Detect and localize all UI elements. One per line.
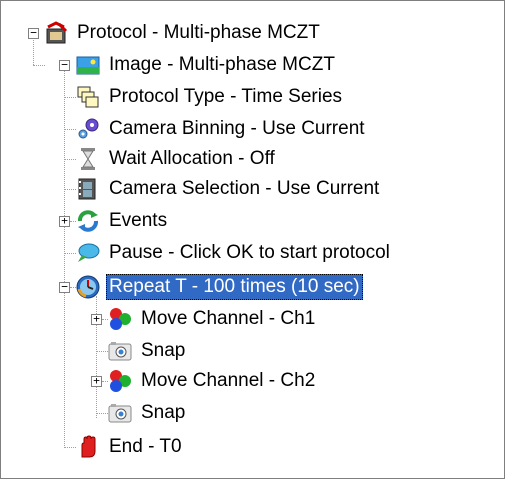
camera-snap-icon — [108, 401, 132, 425]
clock-icon — [76, 275, 100, 299]
gears-icon — [76, 117, 100, 141]
tree-node-camera-binning[interactable]: Camera Binning - Use Current — [76, 114, 368, 144]
protocol-run-icon — [44, 21, 68, 45]
tree-node-move-channel-ch1[interactable]: Move Channel - Ch1 — [108, 304, 318, 334]
hourglass-icon — [76, 147, 100, 171]
refresh-arrows-icon — [76, 209, 100, 233]
tree-node-label: Camera Binning - Use Current — [109, 118, 365, 139]
tree-line — [64, 447, 76, 449]
tree-node-label: End - T0 — [109, 436, 182, 457]
tree-line — [96, 413, 108, 415]
tree-node-end[interactable]: End - T0 — [76, 432, 185, 462]
rgb-channels-icon — [108, 369, 132, 393]
tree-node-label: Camera Selection - Use Current — [109, 178, 380, 199]
tree-node-protocol[interactable]: Protocol - Multi-phase MCZT — [44, 18, 323, 48]
tree-node-camera-selection[interactable]: Camera Selection - Use Current — [76, 174, 382, 204]
tree-line — [64, 159, 76, 161]
tree-line — [64, 97, 76, 99]
image-landscape-icon — [76, 53, 100, 77]
camera-snap-icon — [108, 339, 132, 363]
film-camera-icon — [76, 177, 100, 201]
tree-node-label: Move Channel - Ch1 — [141, 308, 316, 329]
tree-node-wait-allocation[interactable]: Wait Allocation - Off — [76, 144, 278, 174]
tree-node-label: Repeat T - 100 times (10 sec) — [106, 274, 363, 300]
tree-node-label: Pause - Click OK to start protocol — [109, 242, 390, 263]
tree-node-image[interactable]: Image - Multi-phase MCZT — [76, 50, 338, 80]
tree-node-label: Protocol - Multi-phase MCZT — [77, 22, 320, 43]
tree-node-label: Snap — [141, 340, 186, 361]
expand-toggle-move-ch2[interactable]: + — [91, 375, 102, 387]
tree-node-snap-2[interactable]: Snap — [108, 398, 188, 428]
protocol-tree: − − + − + + Protocol - Multi-phase MCZT … — [0, 0, 505, 479]
tree-node-label: Image - Multi-phase MCZT — [109, 54, 335, 75]
tree-node-protocol-type[interactable]: Protocol Type - Time Series — [76, 82, 345, 112]
expand-toggle-move-ch1[interactable]: + — [91, 313, 102, 325]
chat-bubble-icon — [76, 241, 100, 265]
rgb-channels-icon — [108, 307, 132, 331]
tree-line — [64, 253, 76, 255]
tree-node-pause[interactable]: Pause - Click OK to start protocol — [76, 238, 393, 268]
tree-node-events[interactable]: Events — [76, 206, 170, 236]
stop-hand-icon — [76, 435, 100, 459]
tree-node-repeat[interactable]: Repeat T - 100 times (10 sec) — [76, 272, 363, 302]
tree-node-label: Snap — [141, 402, 186, 423]
collapse-toggle-repeat[interactable]: − — [59, 281, 70, 293]
expand-toggle-events[interactable]: + — [59, 215, 70, 227]
tree-node-label: Events — [109, 210, 168, 231]
tree-node-move-channel-ch2[interactable]: Move Channel - Ch2 — [108, 366, 318, 396]
tree-line — [64, 66, 66, 448]
tree-line — [64, 129, 76, 131]
tree-line — [64, 189, 76, 191]
collapse-toggle-protocol[interactable]: − — [28, 27, 39, 39]
tree-line — [96, 351, 108, 353]
tree-node-snap-1[interactable]: Snap — [108, 336, 188, 366]
tree-node-label: Protocol Type - Time Series — [109, 86, 343, 107]
tree-node-label: Wait Allocation - Off — [109, 148, 275, 169]
stacked-frames-icon — [76, 85, 100, 109]
tree-line — [33, 65, 45, 67]
tree-node-label: Move Channel - Ch2 — [141, 370, 316, 391]
collapse-toggle-image[interactable]: − — [59, 59, 70, 71]
